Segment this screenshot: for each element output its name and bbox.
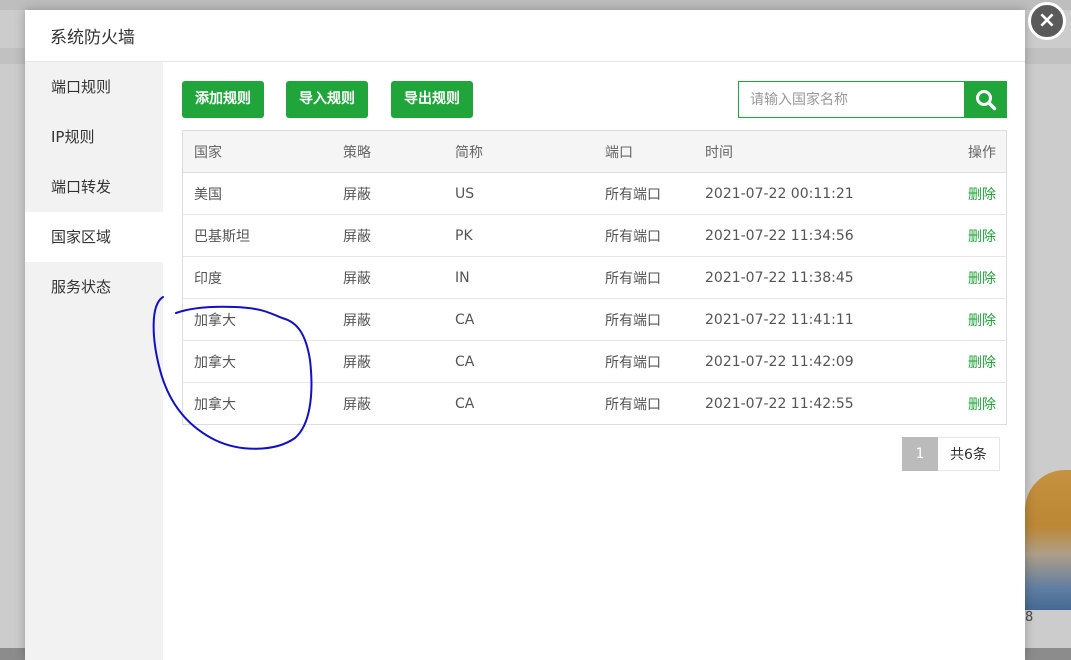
table-row: 印度 屏蔽 IN 所有端口 2021-07-22 11:38:45 删除 [182,256,1007,299]
cell-time: 2021-07-22 11:38:45 [694,256,937,299]
sidebar-item-port-forwarding[interactable]: 端口转发 [25,162,163,212]
table-row: 加拿大 屏蔽 CA 所有端口 2021-07-22 11:42:09 删除 [182,340,1007,383]
cell-country: 美国 [182,172,332,215]
main-content: 添加规则 导入规则 导出规则 国家 策略 简称 端口 [182,62,1007,471]
table-row: 美国 屏蔽 US 所有端口 2021-07-22 00:11:21 删除 [182,172,1007,215]
cell-time: 2021-07-22 11:42:09 [694,340,937,383]
cell-abbr: CA [455,395,475,412]
header-country: 国家 [182,130,332,173]
cell-port: 所有端口 [605,396,661,413]
header-policy: 策略 [332,130,444,173]
cell-country: 加拿大 [194,396,236,413]
delete-link[interactable]: 删除 [968,355,996,371]
export-rules-button[interactable]: 导出规则 [391,81,473,118]
close-button[interactable]: × [1028,2,1066,40]
cell-abbr: US [444,172,594,215]
page-button-current[interactable]: 1 [902,437,938,471]
import-rules-button[interactable]: 导入规则 [286,81,368,118]
sidebar-item-service-status[interactable]: 服务状态 [25,262,163,312]
cell-time: 2021-07-22 11:41:11 [694,298,937,341]
cell-policy: 屏蔽 [332,172,444,215]
cell-port: 所有端口 [594,214,694,257]
header-action: 操作 [936,130,1007,173]
table-row: 加拿大 屏蔽 CA 所有端口 2021-07-22 11:41:11 删除 [182,298,1007,341]
delete-link[interactable]: 删除 [968,397,996,413]
header-port: 端口 [594,130,694,173]
search-input[interactable] [738,81,964,118]
cell-port: 所有端口 [594,340,694,383]
table-row: 巴基斯坦 屏蔽 PK 所有端口 2021-07-22 11:34:56 删除 [182,214,1007,257]
cell-time: 2021-07-22 11:34:56 [694,214,937,257]
toolbar: 添加规则 导入规则 导出规则 [182,62,1007,126]
cell-country: 加拿大 [182,340,332,383]
delete-link[interactable]: 删除 [968,187,996,203]
cell-policy: 屏蔽 [332,340,444,383]
search-icon [975,89,996,110]
cell-country: 印度 [182,256,332,299]
firewall-dialog: 系统防火墙 × 端口规则 IP规则 端口转发 国家区域 服务状态 添加规则 导入… [25,2,1066,660]
header-time: 时间 [694,130,937,173]
sidebar-item-port-rules[interactable]: 端口规则 [25,62,163,112]
cell-time: 2021-07-22 00:11:21 [694,172,937,215]
cell-port: 所有端口 [594,298,694,341]
pagination: 1 共6条 [902,437,1000,471]
table-row: 加拿大 屏蔽 CA 所有端口 2021-07-22 11:42:55 删除 [183,383,1007,425]
close-icon: × [1037,8,1057,33]
search-button[interactable] [964,81,1007,118]
cell-country: 加拿大 [182,298,332,341]
header-abbr: 简称 [444,130,594,173]
delete-link[interactable]: 删除 [968,229,996,245]
cell-abbr: CA [444,340,594,383]
cell-time: 2021-07-22 11:42:55 [705,395,854,412]
cell-policy: 屏蔽 [332,256,444,299]
sidebar-item-country-region[interactable]: 国家区域 [25,212,163,262]
dialog-header: 系统防火墙 [25,10,1025,62]
sidebar: 端口规则 IP规则 端口转发 国家区域 服务状态 [25,62,163,660]
cell-port: 所有端口 [594,172,694,215]
table-header-row: 国家 策略 简称 端口 时间 操作 [182,130,1007,173]
country-rules-table: 国家 策略 简称 端口 时间 操作 美国 屏蔽 US 所有端口 2021-07-… [182,130,1007,425]
cell-abbr: CA [444,298,594,341]
cell-abbr: IN [444,256,594,299]
total-count: 共6条 [938,437,1000,471]
sidebar-item-ip-rules[interactable]: IP规则 [25,112,163,162]
cell-policy: 屏蔽 [332,298,444,341]
cell-policy: 屏蔽 [343,396,371,413]
cell-port: 所有端口 [594,256,694,299]
search-box [738,81,1007,118]
delete-link[interactable]: 删除 [968,313,996,329]
add-rule-button[interactable]: 添加规则 [182,81,264,118]
delete-link[interactable]: 删除 [968,271,996,287]
dialog-title: 系统防火墙 [50,28,135,48]
cell-policy: 屏蔽 [332,214,444,257]
cell-abbr: PK [444,214,594,257]
cell-country: 巴基斯坦 [182,214,332,257]
